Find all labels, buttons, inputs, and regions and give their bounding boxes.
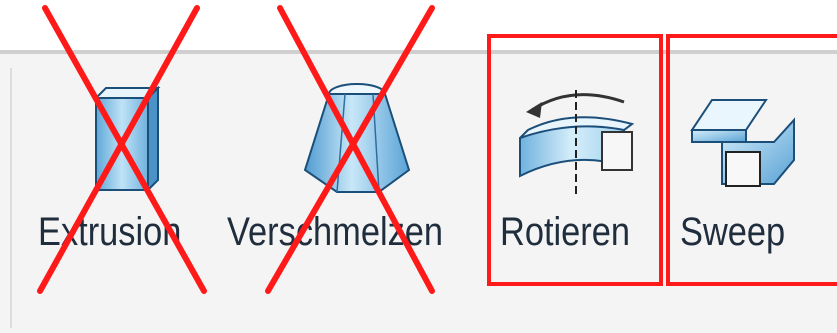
extrusion-label: Extrusion: [38, 210, 182, 254]
verschmelzen-button[interactable]: Verschmelzen: [227, 60, 477, 290]
loft-icon: [303, 83, 411, 193]
extrusion-icon: [93, 85, 161, 193]
verschmelzen-label: Verschmelzen: [227, 210, 444, 254]
rotieren-highlight-box: [487, 34, 663, 286]
extrusion-button[interactable]: Extrusion: [38, 60, 213, 290]
sweep-highlight-box: [666, 34, 837, 286]
ribbon-separator: [10, 68, 12, 328]
